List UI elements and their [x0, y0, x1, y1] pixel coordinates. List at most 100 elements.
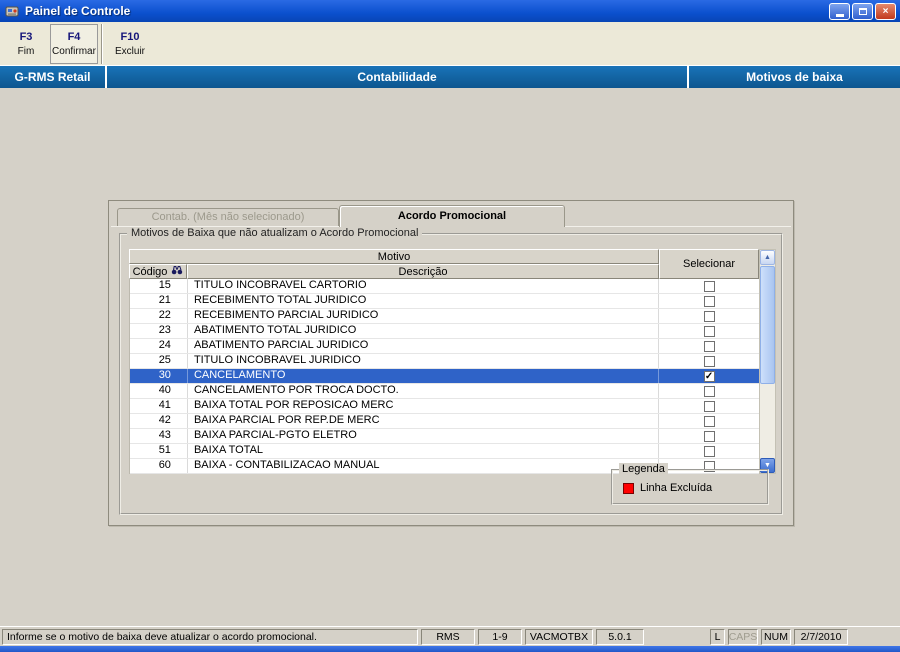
row-checkbox[interactable]	[703, 415, 715, 427]
confirmar-button[interactable]: F4 Confirmar	[50, 23, 98, 64]
excluir-button[interactable]: F10 Excluir	[106, 24, 154, 64]
row-select-cell	[659, 429, 759, 443]
table-row[interactable]: 21 RECEBIMENTO TOTAL JURIDICO	[130, 294, 759, 309]
row-select-cell	[659, 414, 759, 428]
table-row[interactable]: 51 BAIXA TOTAL	[130, 444, 759, 459]
excluir-label: Excluir	[114, 45, 145, 57]
row-checkbox[interactable]	[703, 280, 715, 292]
row-checkbox[interactable]	[703, 385, 715, 397]
legend-caption: Legenda	[619, 463, 668, 475]
main-area: Contab. (Mês não selecionado) Acordo Pro…	[0, 88, 900, 626]
row-checkbox[interactable]	[703, 325, 715, 337]
title-bar: Painel de Controle ×	[0, 0, 900, 22]
table-row[interactable]: 15 TITULO INCOBRAVEL CARTORIO	[130, 279, 759, 294]
row-select-cell	[659, 384, 759, 398]
excluded-row-swatch	[623, 482, 634, 494]
vertical-scrollbar[interactable]: ▲ ▼	[759, 249, 776, 474]
table-row[interactable]: 24 ABATIMENTO PARCIAL JURIDICO	[130, 339, 759, 354]
groupbox-caption: Motivos de Baixa que não atualizam o Aco…	[127, 227, 423, 239]
row-select-cell	[659, 324, 759, 338]
status-program: VACMOTBX	[525, 628, 593, 645]
row-desc: TITULO INCOBRAVEL CARTORIO	[188, 279, 660, 293]
row-code: 43	[130, 429, 188, 443]
close-button[interactable]: ×	[875, 2, 896, 20]
row-desc: RECEBIMENTO TOTAL JURIDICO	[188, 294, 660, 308]
row-desc: BAIXA PARCIAL POR REP.DE MERC	[188, 414, 660, 428]
tab-contab[interactable]: Contab. (Mês não selecionado)	[117, 208, 339, 226]
row-code: 41	[130, 399, 188, 413]
row-select-cell	[659, 444, 759, 458]
row-checkbox[interactable]	[703, 400, 715, 412]
column-header-descricao[interactable]: Descrição	[187, 264, 659, 279]
header-module: Contabilidade	[107, 66, 687, 88]
row-desc: BAIXA PARCIAL-PGTO ELETRO	[188, 429, 660, 443]
toolbar: F3 Fim F4 Confirmar F10 Excluir	[0, 22, 900, 66]
row-desc: ABATIMENTO PARCIAL JURIDICO	[188, 339, 660, 353]
table-row[interactable]: 43 BAIXA PARCIAL-PGTO ELETRO	[130, 429, 759, 444]
row-code: 21	[130, 294, 188, 308]
scroll-up-icon[interactable]: ▲	[760, 250, 775, 265]
row-code: 15	[130, 279, 188, 293]
tab-acordo-promocional[interactable]: Acordo Promocional	[339, 205, 565, 227]
row-desc: TITULO INCOBRAVEL JURIDICO	[188, 354, 660, 368]
header-product: G-RMS Retail	[0, 66, 105, 88]
restore-button[interactable]	[852, 2, 873, 20]
row-code: 23	[130, 324, 188, 338]
row-code: 42	[130, 414, 188, 428]
table-row[interactable]: 22 RECEBIMENTO PARCIAL JURIDICO	[130, 309, 759, 324]
row-desc: CANCELAMENTO POR TROCA DOCTO.	[188, 384, 660, 398]
motivos-panel: Contab. (Mês não selecionado) Acordo Pro…	[108, 200, 794, 526]
row-checkbox[interactable]	[703, 295, 715, 307]
row-desc: CANCELAMENTO	[188, 369, 660, 383]
row-desc: BAIXA - CONTABILIZACAO MANUAL	[188, 459, 660, 473]
row-code: 51	[130, 444, 188, 458]
row-desc: BAIXA TOTAL POR REPOSICAO MERC	[188, 399, 660, 413]
fim-key: F3	[19, 30, 33, 43]
tab-strip: Contab. (Mês não selecionado) Acordo Pro…	[117, 205, 565, 227]
table-row[interactable]: 40 CANCELAMENTO POR TROCA DOCTO.	[130, 384, 759, 399]
row-checkbox[interactable]	[703, 340, 715, 352]
row-code: 22	[130, 309, 188, 323]
confirmar-label: Confirmar	[52, 45, 96, 57]
status-num-indicator: NUM	[761, 628, 791, 645]
binoculars-icon[interactable]	[171, 265, 183, 278]
table-row[interactable]: 42 BAIXA PARCIAL POR REP.DE MERC	[130, 414, 759, 429]
column-header-codigo[interactable]: Código	[129, 264, 187, 279]
row-code: 24	[130, 339, 188, 353]
status-message: Informe se o motivo de baixa deve atuali…	[2, 628, 418, 645]
status-version: 5.0.1	[596, 628, 644, 645]
legend-item-label: Linha Excluída	[640, 482, 713, 494]
status-caps-indicator: CAPS	[728, 628, 758, 645]
row-desc: BAIXA TOTAL	[188, 444, 660, 458]
legend-box: Legenda Linha Excluída	[611, 463, 769, 505]
row-code: 30	[130, 369, 188, 383]
table-body: 15 TITULO INCOBRAVEL CARTORIO 21 RECEBIM…	[129, 279, 759, 474]
row-select-cell	[659, 294, 759, 308]
table-row[interactable]: 23 ABATIMENTO TOTAL JURIDICO	[130, 324, 759, 339]
app-icon[interactable]	[4, 3, 20, 19]
row-checkbox[interactable]	[703, 430, 715, 442]
row-checkbox[interactable]	[703, 355, 715, 367]
row-desc: ABATIMENTO TOTAL JURIDICO	[188, 324, 660, 338]
row-checkbox[interactable]	[703, 445, 715, 457]
column-group-motivo: Motivo	[129, 249, 659, 264]
minimize-button[interactable]	[829, 2, 850, 20]
status-system: RMS	[421, 628, 475, 645]
table-row[interactable]: 30 CANCELAMENTO	[130, 369, 759, 384]
codigo-header-label: Código	[132, 265, 168, 278]
taskbar-edge	[0, 646, 900, 652]
table-row[interactable]: 25 TITULO INCOBRAVEL JURIDICO	[130, 354, 759, 369]
status-bar: Informe se o motivo de baixa deve atuali…	[0, 626, 900, 646]
column-header-selecionar[interactable]: Selecionar	[659, 249, 759, 279]
motivos-table: Motivo Código Descrição Selecionar 15 TI…	[129, 249, 776, 474]
row-checkbox[interactable]	[703, 370, 715, 382]
status-range: 1-9	[478, 628, 522, 645]
legend-item: Linha Excluída	[623, 482, 767, 494]
motivos-groupbox: Motivos de Baixa que não atualizam o Aco…	[119, 227, 783, 515]
scrollbar-thumb[interactable]	[760, 266, 775, 384]
row-checkbox[interactable]	[703, 310, 715, 322]
fim-button[interactable]: F3 Fim	[2, 24, 50, 64]
header-screen: Motivos de baixa	[689, 66, 900, 88]
table-row[interactable]: 41 BAIXA TOTAL POR REPOSICAO MERC	[130, 399, 759, 414]
confirmar-key: F4	[67, 30, 81, 43]
